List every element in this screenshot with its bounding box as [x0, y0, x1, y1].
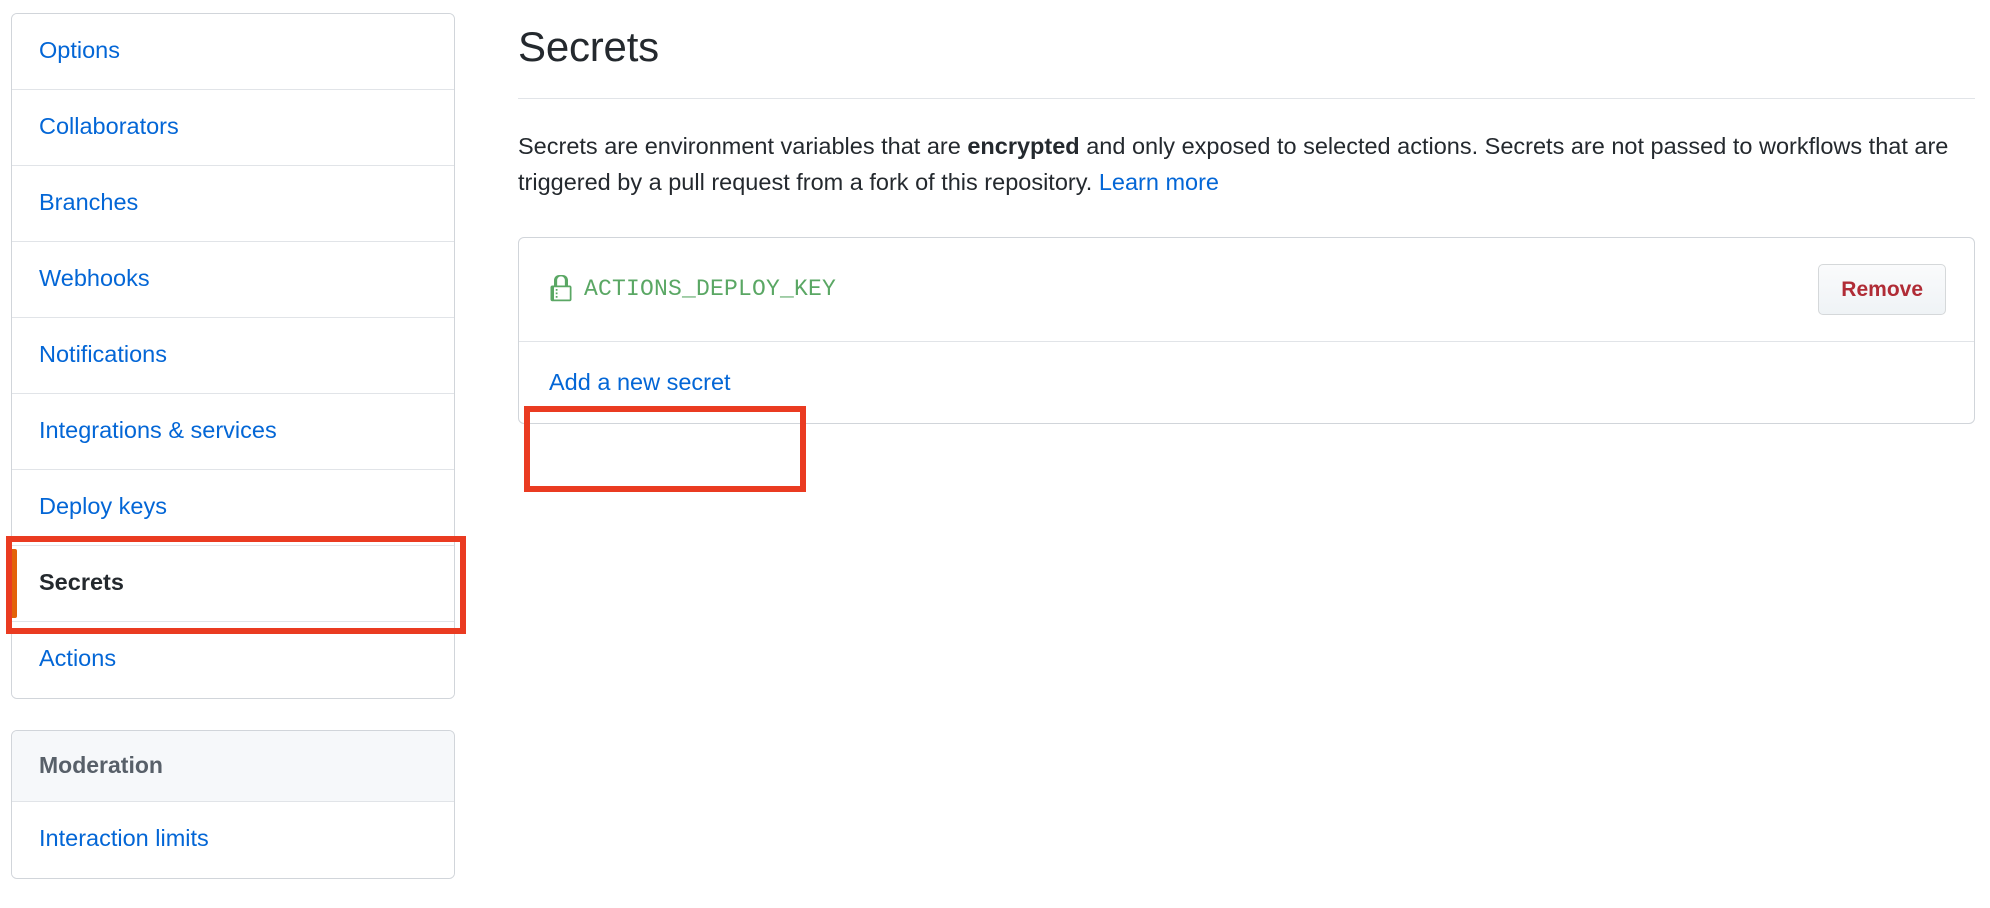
learn-more-link[interactable]: Learn more [1099, 169, 1219, 195]
sidebar-item-actions[interactable]: Actions [12, 622, 454, 698]
sidebar-item-collaborators[interactable]: Collaborators [12, 90, 454, 166]
sidebar-group-repository: Options Collaborators Branches Webhooks … [11, 13, 455, 699]
page-title: Secrets [518, 23, 659, 70]
sidebar-item-notifications[interactable]: Notifications [12, 318, 454, 394]
sidebar-item-webhooks[interactable]: Webhooks [12, 242, 454, 318]
add-a-new-secret-link[interactable]: Add a new secret [549, 368, 731, 397]
settings-page: Options Collaborators Branches Webhooks … [0, 0, 1990, 908]
remove-secret-button[interactable]: Remove [1818, 263, 1946, 315]
sidebar-item-deploy-keys[interactable]: Deploy keys [12, 470, 454, 546]
secrets-list-box: ACTIONS_DEPLOY_KEY Remove Add a new secr… [518, 236, 1975, 425]
sidebar-item-secrets[interactable]: Secrets [12, 546, 454, 622]
secret-name-wrap: ACTIONS_DEPLOY_KEY [549, 274, 836, 304]
secrets-description: Secrets are environment variables that a… [518, 99, 1975, 200]
add-secret-row: Add a new secret [519, 342, 1974, 423]
sidebar-group-moderation: Moderation Interaction limits [11, 730, 455, 879]
sidebar-item-interaction-limits[interactable]: Interaction limits [12, 801, 454, 878]
secret-name: ACTIONS_DEPLOY_KEY [584, 276, 837, 303]
sidebar-item-integrations-and-services[interactable]: Integrations & services [12, 394, 454, 470]
main-content: Secrets Secrets are environment variable… [518, 0, 1975, 425]
description-part-1: Secrets are environment variables that a… [518, 133, 968, 160]
sidebar-item-branches[interactable]: Branches [12, 166, 454, 242]
sidebar-item-options[interactable]: Options [12, 14, 454, 90]
secret-row: ACTIONS_DEPLOY_KEY Remove [519, 238, 1974, 342]
description-emphasis: encrypted [967, 133, 1080, 160]
lock-icon [549, 274, 573, 304]
sidebar-group-moderation-heading: Moderation [12, 731, 454, 802]
settings-sidebar: Options Collaborators Branches Webhooks … [11, 13, 455, 879]
